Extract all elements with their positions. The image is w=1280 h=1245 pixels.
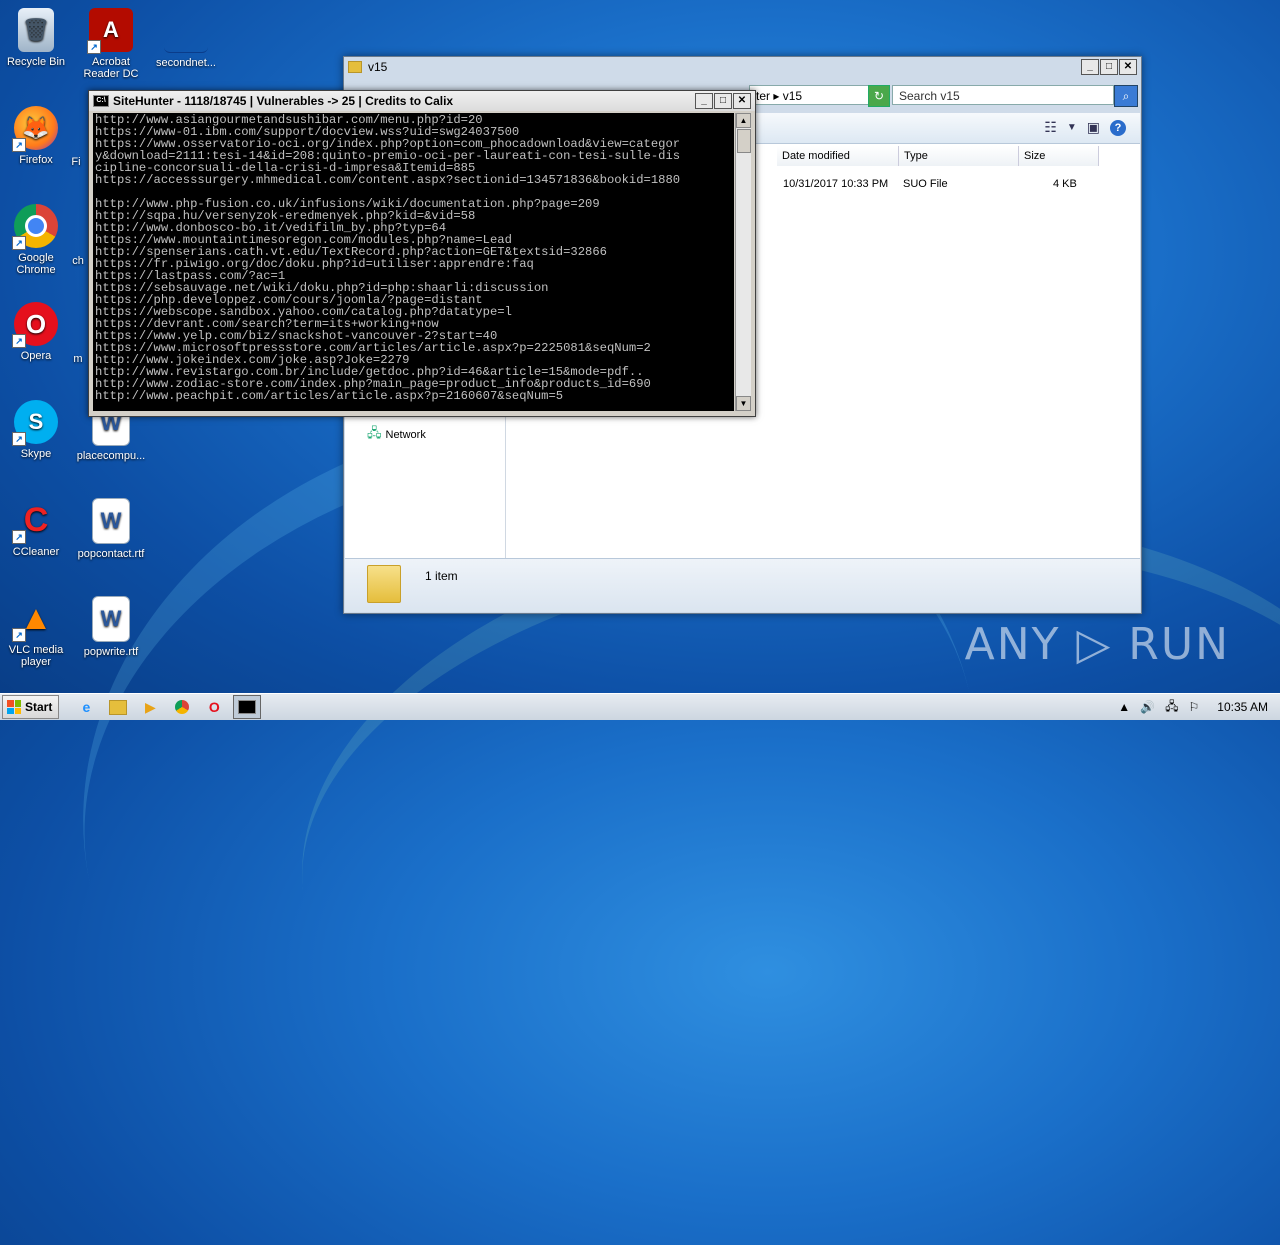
show-hidden-icons-icon[interactable]: ▲ bbox=[1118, 700, 1130, 714]
desktop-icon-recycle-bin[interactable]: 🗑 Recycle Bin bbox=[0, 8, 72, 68]
clock[interactable]: 10:35 AM bbox=[1217, 700, 1268, 714]
desktop-icon-secondnet[interactable]: secondnet... bbox=[150, 8, 222, 69]
opera-icon: O ↗ bbox=[12, 302, 58, 348]
console-icon: C:\ bbox=[93, 95, 109, 107]
console-titlebar[interactable]: C:\ SiteHunter - 1118/18745 | Vulnerable… bbox=[89, 91, 755, 111]
console-title: SiteHunter - 1118/18745 | Vulnerables ->… bbox=[113, 94, 454, 108]
recycle-bin-icon: 🗑 bbox=[18, 8, 54, 52]
scroll-up-icon[interactable]: ▲ bbox=[736, 113, 751, 128]
desktop-icon-popcontact[interactable]: W popcontact.rtf bbox=[75, 498, 147, 560]
column-date-modified[interactable]: Date modified bbox=[777, 146, 899, 166]
maximize-button[interactable]: □ bbox=[1100, 59, 1118, 75]
windows-flag-icon bbox=[7, 700, 21, 714]
acrobat-icon: A ↗ bbox=[87, 8, 133, 54]
volume-icon[interactable]: 🔊 bbox=[1140, 700, 1155, 714]
file-date: 10/31/2017 10:33 PM bbox=[783, 178, 889, 190]
close-button[interactable]: ✕ bbox=[1119, 59, 1137, 75]
search-icon[interactable]: ⌕ bbox=[1114, 85, 1138, 107]
explorer-titlebar[interactable]: v15 _ □ ✕ bbox=[344, 57, 1141, 77]
folder-icon bbox=[348, 61, 362, 73]
file-type: SUO File bbox=[903, 178, 948, 190]
console-text: http://www.asiangourmetandsushibar.com/m… bbox=[95, 113, 681, 403]
action-center-flag-icon[interactable]: ⚐ bbox=[1189, 700, 1200, 714]
minimize-button[interactable]: _ bbox=[1081, 59, 1099, 75]
status-bar: 1 item bbox=[345, 558, 1140, 612]
console-output[interactable]: http://www.asiangourmetandsushibar.com/m… bbox=[93, 113, 734, 411]
desktop-icon-ccleaner[interactable]: C ↗ CCleaner bbox=[0, 498, 72, 558]
column-type[interactable]: Type bbox=[899, 146, 1019, 166]
explorer-folder-icon[interactable] bbox=[105, 696, 131, 718]
chrome-icon: ↗ bbox=[12, 204, 58, 250]
firefox-icon: 🦊 ↗ bbox=[12, 106, 58, 152]
word-doc-icon: W bbox=[92, 596, 130, 642]
minimize-button[interactable]: _ bbox=[695, 93, 713, 109]
help-icon[interactable]: ? bbox=[1110, 119, 1126, 136]
taskbar: Start e ▶ O ▲ 🔊 🖧 ⚐ 10:35 AM bbox=[0, 693, 1280, 720]
chevron-down-icon[interactable]: ▼ bbox=[1067, 122, 1077, 133]
system-tray: ▲ 🔊 🖧 ⚐ 10:35 AM bbox=[1118, 697, 1280, 718]
desktop-icon-skype[interactable]: S ↗ Skype bbox=[0, 400, 72, 460]
ie-icon[interactable]: e bbox=[73, 696, 99, 718]
anyrun-watermark: ANY ▷ RUN bbox=[964, 619, 1230, 670]
vlc-icon: ▲ ↗ bbox=[12, 596, 58, 642]
word-doc-icon: W bbox=[92, 498, 130, 544]
desktop-icon-acrobat[interactable]: A ↗ Acrobat Reader DC bbox=[75, 8, 147, 80]
maximize-button[interactable]: □ bbox=[714, 93, 732, 109]
start-button[interactable]: Start bbox=[2, 695, 60, 719]
explorer-title: v15 bbox=[368, 60, 388, 74]
vertical-scrollbar[interactable]: ▲ ▼ bbox=[735, 113, 751, 411]
console-window[interactable]: C:\ SiteHunter - 1118/18745 | Vulnerable… bbox=[88, 90, 756, 417]
desktop-icon-popwrite[interactable]: W popwrite.rtf bbox=[75, 596, 147, 658]
column-size[interactable]: Size bbox=[1019, 146, 1099, 166]
close-button[interactable]: ✕ bbox=[733, 93, 751, 109]
folder-icon bbox=[367, 565, 401, 603]
file-icon bbox=[164, 8, 208, 53]
preview-pane-icon[interactable]: ▣ bbox=[1087, 119, 1100, 136]
column-headers: Date modified Type Size bbox=[777, 146, 1099, 166]
chrome-taskbar-icon[interactable] bbox=[169, 696, 195, 718]
scroll-down-icon[interactable]: ▼ bbox=[736, 396, 751, 411]
console-taskbar-icon[interactable] bbox=[233, 695, 262, 719]
skype-icon: S ↗ bbox=[12, 400, 58, 446]
search-input[interactable]: Search v15 bbox=[892, 85, 1114, 105]
file-row[interactable]: 10/31/2017 10:33 PM SUO File 4 KB bbox=[783, 178, 1077, 190]
desktop-icon-vlc[interactable]: ▲ ↗ VLC media player bbox=[0, 596, 72, 669]
view-options-icon[interactable]: ☷ bbox=[1044, 119, 1057, 136]
ccleaner-icon: C ↗ bbox=[12, 498, 58, 544]
network-icon: 🖧 bbox=[367, 425, 382, 440]
nav-item-network[interactable]: 🖧 Network bbox=[367, 424, 426, 446]
opera-taskbar-icon[interactable]: O bbox=[201, 696, 227, 718]
network-status-icon[interactable]: 🖧 bbox=[1165, 697, 1178, 718]
refresh-icon[interactable]: ↻ bbox=[868, 85, 890, 107]
item-count: 1 item bbox=[425, 569, 458, 583]
file-size: 4 KB bbox=[1053, 178, 1077, 190]
scroll-thumb[interactable] bbox=[737, 129, 751, 153]
media-player-icon[interactable]: ▶ bbox=[137, 696, 163, 718]
